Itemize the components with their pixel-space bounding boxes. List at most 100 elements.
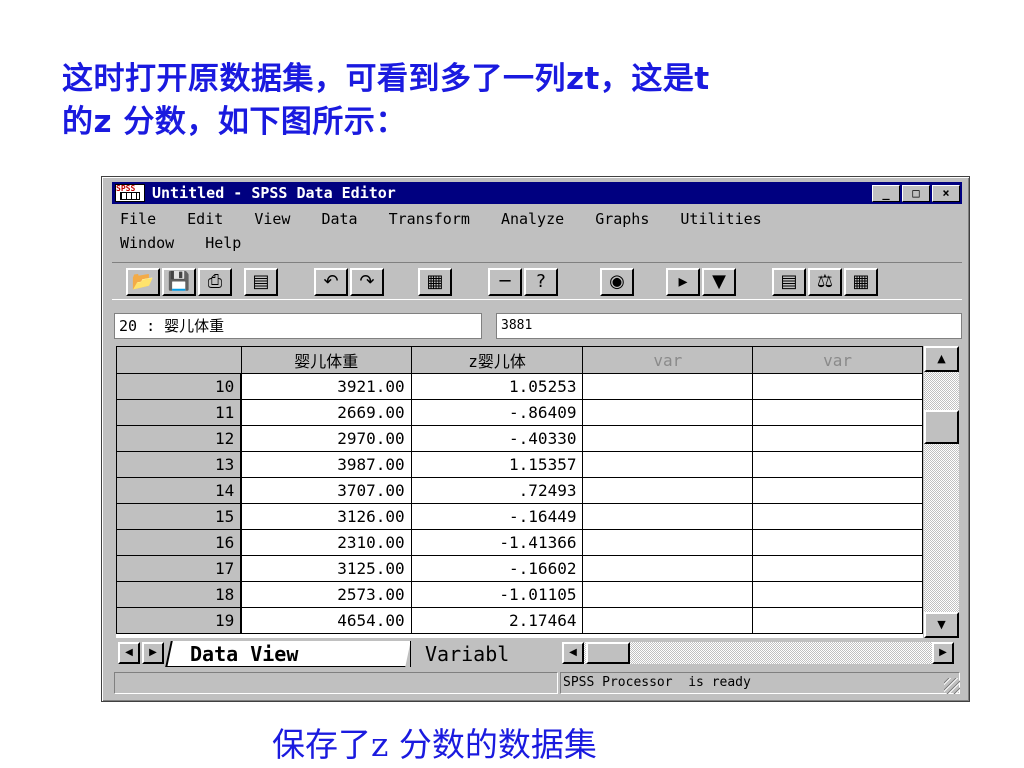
z-score-cell[interactable]: .72493 <box>410 477 584 504</box>
empty-var-cell[interactable] <box>752 477 923 504</box>
save-icon[interactable]: 💾 <box>162 268 196 296</box>
weight-cases-icon[interactable]: ⚖ <box>808 268 842 296</box>
tab-scroll-left-button[interactable]: ◀ <box>118 642 140 664</box>
menu-analyze[interactable]: Analyze <box>501 207 564 231</box>
empty-var-cell[interactable] <box>752 555 923 582</box>
empty-var-cell[interactable] <box>752 503 923 530</box>
weight-cell[interactable]: 2573.00 <box>240 581 412 608</box>
empty-var-cell[interactable] <box>752 607 923 634</box>
empty-var-cell[interactable] <box>582 555 754 582</box>
empty-var-cell[interactable] <box>752 373 923 400</box>
maximize-button[interactable]: □ <box>902 185 930 202</box>
z-score-cell[interactable]: -.86409 <box>410 399 584 426</box>
scroll-up-button[interactable]: ▲ <box>924 346 959 372</box>
row-number-cell[interactable]: 10 <box>116 373 243 400</box>
menu-edit[interactable]: Edit <box>187 207 223 231</box>
z-score-cell[interactable]: -.16449 <box>410 503 584 530</box>
empty-var-cell[interactable] <box>582 425 754 452</box>
z-score-cell[interactable]: -.16602 <box>410 555 584 582</box>
menu-utilities[interactable]: Utilities <box>680 207 761 231</box>
empty-var-cell[interactable] <box>582 477 754 504</box>
variables-icon[interactable]: ? <box>524 268 558 296</box>
row-number-cell[interactable]: 13 <box>116 451 243 478</box>
weight-cell[interactable]: 3125.00 <box>240 555 412 582</box>
menu-file[interactable]: File <box>120 207 156 231</box>
vertical-scrollbar[interactable]: ▲ ▼ <box>924 346 959 638</box>
empty-var-cell[interactable] <box>752 425 923 452</box>
scroll-down-button[interactable]: ▼ <box>924 612 959 638</box>
z-score-cell[interactable]: 1.05253 <box>410 373 584 400</box>
empty-var-cell[interactable] <box>752 399 923 426</box>
insert-case-icon[interactable]: ▸ <box>666 268 700 296</box>
menu-window[interactable]: Window <box>120 231 174 255</box>
empty-var-cell[interactable] <box>582 399 754 426</box>
empty-var-cell[interactable] <box>582 503 754 530</box>
goto-case-icon[interactable]: ─ <box>488 268 522 296</box>
weight-cell[interactable]: 3921.00 <box>240 373 412 400</box>
corner-cell[interactable] <box>116 346 242 374</box>
menu-help[interactable]: Help <box>205 231 241 255</box>
weight-cell[interactable]: 2970.00 <box>240 425 412 452</box>
weight-cell[interactable]: 3707.00 <box>240 477 412 504</box>
horizontal-scrollbar[interactable]: ◀ ▶ <box>562 642 954 664</box>
select-cases-icon[interactable]: ▦ <box>844 268 878 296</box>
table-row: 10 3921.00 1.05253 <box>116 373 923 400</box>
z-score-cell[interactable]: -1.01105 <box>410 581 584 608</box>
column-header[interactable]: var <box>752 346 923 374</box>
empty-var-cell[interactable] <box>752 451 923 478</box>
tab-variable-view[interactable]: Variabl <box>410 641 556 667</box>
z-score-cell[interactable]: 1.15357 <box>410 451 584 478</box>
empty-var-cell[interactable] <box>752 529 923 556</box>
goto-chart-icon[interactable]: ▦ <box>418 268 452 296</box>
column-header[interactable]: 婴儿体重 <box>240 346 412 374</box>
weight-cell[interactable]: 2310.00 <box>240 529 412 556</box>
row-number-cell[interactable]: 17 <box>116 555 243 582</box>
row-number-cell[interactable]: 18 <box>116 581 243 608</box>
cell-value-input[interactable]: 3881 <box>496 313 962 339</box>
row-number-cell[interactable]: 19 <box>116 607 243 634</box>
dialog-recall-icon[interactable]: ▤ <box>244 268 278 296</box>
z-score-cell[interactable]: -1.41366 <box>410 529 584 556</box>
find-icon[interactable]: ◉ <box>600 268 634 296</box>
z-score-cell[interactable]: 2.17464 <box>410 607 584 634</box>
tab-data-view[interactable]: Data View <box>165 641 411 667</box>
z-score-cell[interactable]: -.40330 <box>410 425 584 452</box>
empty-var-cell[interactable] <box>582 529 754 556</box>
row-number-cell[interactable]: 11 <box>116 399 243 426</box>
weight-cell[interactable]: 4654.00 <box>240 607 412 634</box>
resize-grip-icon[interactable] <box>944 678 960 694</box>
vertical-scroll-thumb[interactable] <box>924 410 959 444</box>
row-number-cell[interactable]: 15 <box>116 503 243 530</box>
empty-var-cell[interactable] <box>582 373 754 400</box>
empty-var-cell[interactable] <box>752 581 923 608</box>
empty-var-cell[interactable] <box>582 581 754 608</box>
menu-graphs[interactable]: Graphs <box>595 207 649 231</box>
menu-transform[interactable]: Transform <box>389 207 470 231</box>
scroll-left-button[interactable]: ◀ <box>562 642 584 664</box>
column-header[interactable]: var <box>582 346 754 374</box>
scroll-right-button[interactable]: ▶ <box>932 642 954 664</box>
column-header[interactable]: z婴儿体 <box>410 346 584 374</box>
row-number-cell[interactable]: 12 <box>116 425 243 452</box>
spss-app-icon[interactable]: SPSS <box>115 184 145 202</box>
open-icon[interactable]: 📂 <box>126 268 160 296</box>
heading-line-2: 的z 分数，如下图所示： <box>62 104 407 140</box>
print-icon[interactable]: ⎙ <box>198 268 232 296</box>
weight-cell[interactable]: 2669.00 <box>240 399 412 426</box>
insert-variable-icon[interactable]: ▼ <box>702 268 736 296</box>
tab-scroll-right-button[interactable]: ▶ <box>142 642 164 664</box>
menu-data[interactable]: Data <box>321 207 357 231</box>
weight-cell[interactable]: 3987.00 <box>240 451 412 478</box>
row-number-cell[interactable]: 14 <box>116 477 243 504</box>
row-number-cell[interactable]: 16 <box>116 529 243 556</box>
menu-view[interactable]: View <box>254 207 290 231</box>
horizontal-scroll-thumb[interactable] <box>586 642 630 664</box>
weight-cell[interactable]: 3126.00 <box>240 503 412 530</box>
empty-var-cell[interactable] <box>582 607 754 634</box>
split-file-icon[interactable]: ▤ <box>772 268 806 296</box>
redo-icon[interactable]: ↷ <box>350 268 384 296</box>
undo-icon[interactable]: ↶ <box>314 268 348 296</box>
minimize-button[interactable]: _ <box>872 185 900 202</box>
empty-var-cell[interactable] <box>582 451 754 478</box>
close-button[interactable]: × <box>932 185 960 202</box>
